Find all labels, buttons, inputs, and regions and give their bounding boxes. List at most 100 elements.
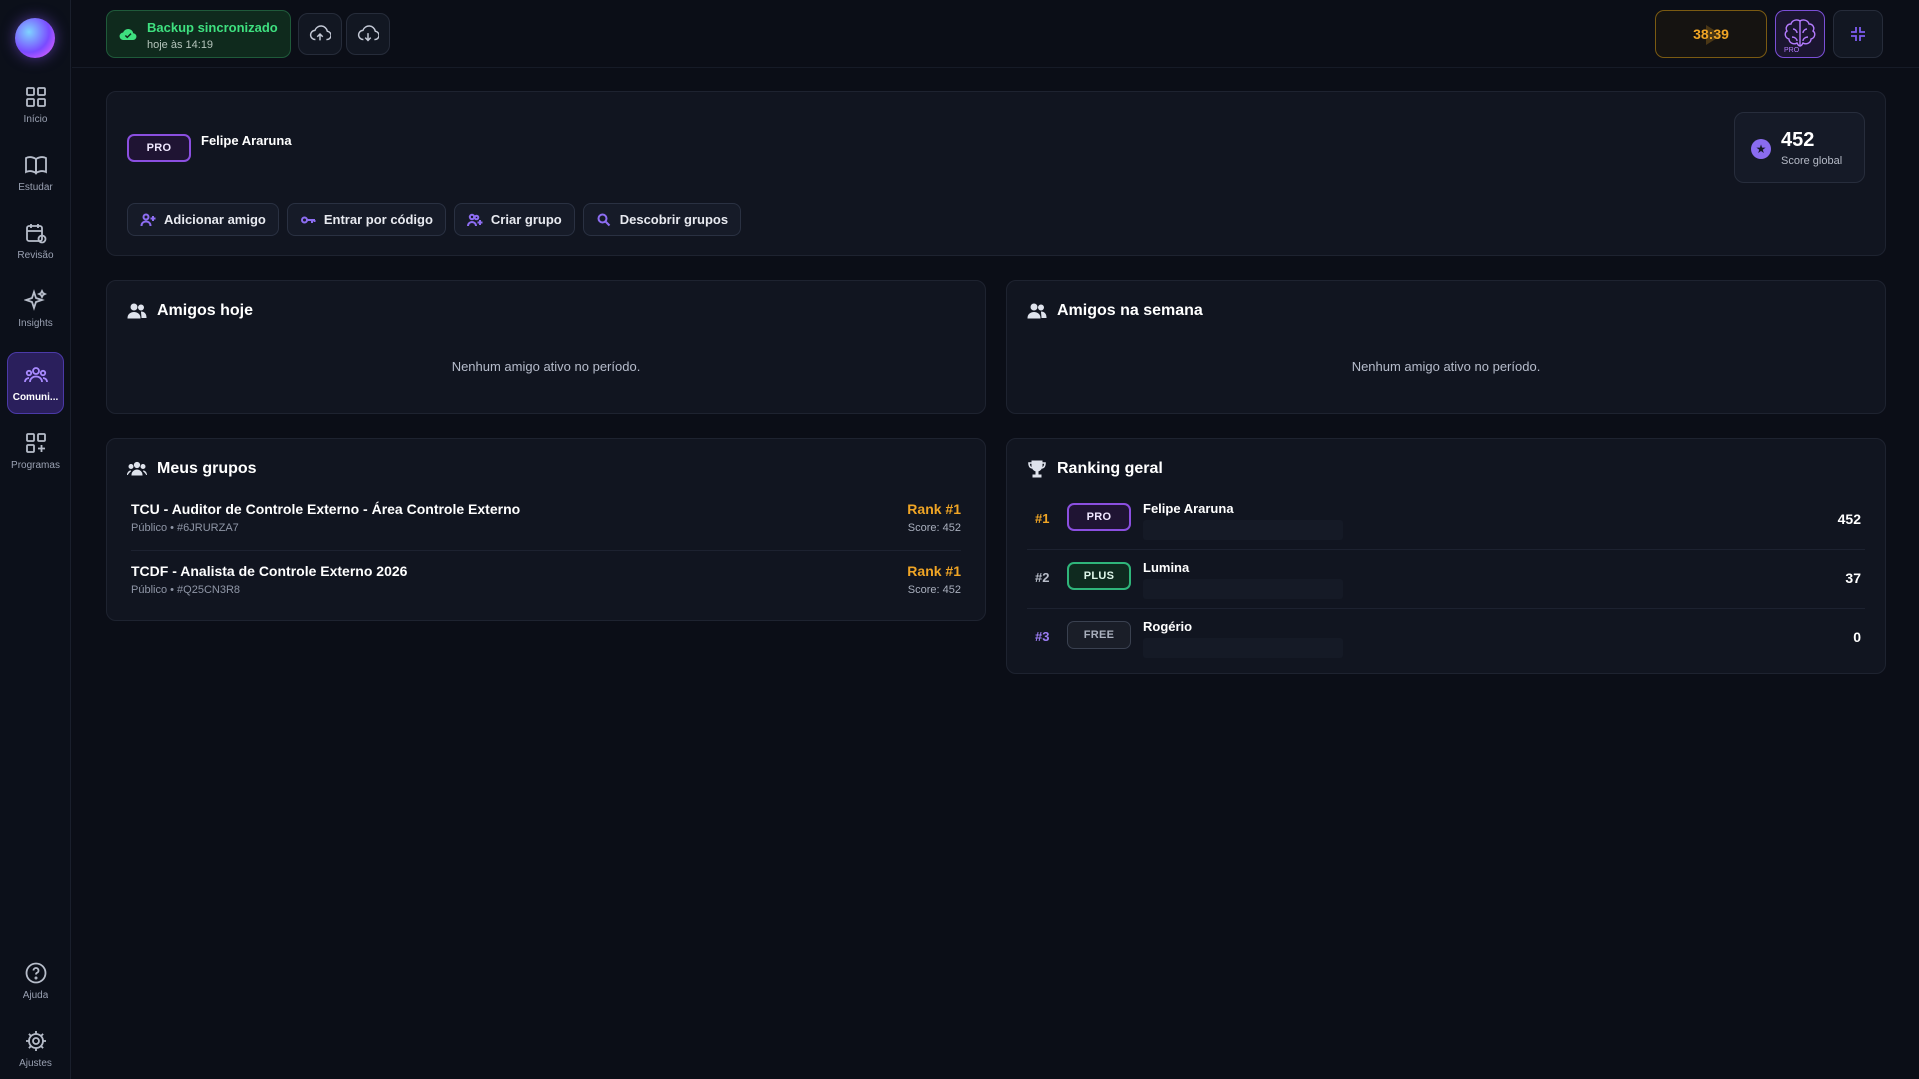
grid-icon [25,87,46,107]
study-timer[interactable]: 38:39 [1655,10,1767,58]
friends-today-card: Amigos hoje Nenhum amigo ativo no períod… [106,280,986,414]
global-score: ★ 452 Score global [1734,112,1865,183]
group-score: Score: 452 [907,522,961,534]
backup-status[interactable]: Backup sincronizado hoje às 14:19 [106,10,291,58]
group-name: TCU - Auditor de Controle Externo - Área… [131,501,521,517]
friends-week-title: Amigos na semana [1027,301,1203,321]
rank-name: Felipe Araruna [1143,501,1234,516]
pro-brain-button[interactable]: PRO [1775,10,1825,58]
create-group-button[interactable]: Criar grupo [453,203,575,236]
users-icon [1027,303,1047,319]
card-title-text: Meus grupos [157,460,257,477]
community-icon [23,367,48,383]
rank-progress-bar [1143,579,1343,599]
plan-badge: FREE [1067,621,1131,649]
timer-value: 38:39 [1693,26,1729,42]
backup-time: hoje às 14:19 [147,39,214,51]
rank-progress-bar [1143,638,1343,658]
sidebar: Início Estudar Revisão Insights Comuni..… [0,0,71,1079]
sidebar-item-insights[interactable]: Insights [7,278,64,340]
sidebar-item-programas[interactable]: Programas [7,420,64,482]
brain-logo[interactable] [15,18,55,58]
profile-name: Felipe Araruna [201,133,292,148]
sidebar-item-label: Insights [18,318,53,329]
help-icon [25,962,46,984]
friends-today-title: Amigos hoje [127,301,253,321]
group-row[interactable]: TCDF - Analista de Controle Externo 2026… [131,561,961,613]
cloud-download-button[interactable] [346,13,390,55]
users-icon [127,303,147,319]
rank-score: 0 [1853,629,1861,645]
add-friend-button[interactable]: Adicionar amigo [127,203,279,236]
ranking-row[interactable]: #3 FREE Rogério 0 [1027,612,1865,668]
ranking-card: Ranking geral #1 PRO Felipe Araruna 452 … [1006,438,1886,674]
profile-card: PRO Felipe Araruna ★ 452 Score global Ad… [106,91,1886,256]
empty-message: Nenhum amigo ativo no período. [451,359,641,374]
ranking-row[interactable]: #2 PLUS Lumina 37 [1027,553,1865,609]
group-name: TCDF - Analista de Controle Externo 2026 [131,563,408,579]
action-row: Adicionar amigo Entrar por código Criar … [127,203,742,236]
sidebar-item-label: Programas [11,460,60,471]
sidebar-item-ajustes[interactable]: Ajustes [7,1018,64,1079]
empty-message: Nenhum amigo ativo no período. [1351,359,1541,374]
discover-groups-label: Descobrir grupos [619,212,729,227]
add-friend-label: Adicionar amigo [164,212,266,227]
card-title-text: Amigos na semana [1057,302,1203,319]
brain-icon [1784,19,1816,47]
my-groups-card: Meus grupos TCU - Auditor de Controle Ex… [106,438,986,621]
sidebar-item-label: Revisão [17,250,54,261]
card-title-text: Amigos hoje [157,302,254,319]
plan-badge: PRO [127,134,191,162]
sidebar-item-estudar[interactable]: Estudar [7,142,64,204]
sidebar-item-label: Estudar [18,182,53,193]
sidebar-item-revisao[interactable]: Revisão [7,210,64,272]
group-meta: Público • #Q25CN3R8 [131,584,241,596]
group-rank: Rank #1 [907,563,961,579]
cloud-download-icon [357,25,379,42]
ranking-title: Ranking geral [1027,459,1163,479]
sidebar-item-comunidade[interactable]: Comuni... [7,352,64,414]
create-group-label: Criar grupo [490,212,562,227]
groups-icon [127,461,147,476]
trophy-icon [1028,460,1046,478]
rank-progress-bar [1143,520,1343,540]
rank-position: #2 [1035,570,1050,585]
star-icon: ★ [1751,139,1771,159]
discover-groups-button[interactable]: Descobrir grupos [582,203,742,236]
join-by-code-button[interactable]: Entrar por código [286,203,446,236]
grid-plus-icon [25,433,46,453]
sparkles-icon [23,289,47,311]
cloud-upload-button[interactable] [298,13,342,55]
plan-badge: PRO [1067,503,1131,531]
score-label: Score global [1781,155,1843,167]
cloud-check-icon [119,28,137,41]
group-row[interactable]: TCU - Auditor de Controle Externo - Área… [131,499,961,551]
user-plus-icon [140,213,156,226]
rank-name: Rogério [1143,619,1193,634]
score-value: 452 [1781,129,1815,151]
my-groups-title: Meus grupos [127,459,257,479]
sidebar-item-label: Comuni... [12,392,59,403]
sidebar-item-ajuda[interactable]: Ajuda [7,950,64,1012]
minimize-icon [1851,27,1865,41]
sidebar-item-inicio[interactable]: Início [7,74,64,136]
ranking-row[interactable]: #1 PRO Felipe Araruna 452 [1027,494,1865,550]
minimize-button[interactable] [1833,10,1883,58]
join-by-code-label: Entrar por código [323,212,433,227]
rank-position: #3 [1035,629,1050,644]
group-rank: Rank #1 [907,501,961,517]
card-title-text: Ranking geral [1057,460,1163,477]
sidebar-item-label: Início [23,114,48,125]
rank-name: Lumina [1143,560,1190,575]
top-bar: Backup sincronizado hoje às 14:19 38:39 … [72,0,1919,68]
cloud-upload-icon [309,25,331,41]
group-meta: Público • #6JRURZA7 [131,522,239,534]
group-score: Score: 452 [907,584,961,596]
rank-score: 452 [1837,511,1861,527]
search-icon [597,213,610,226]
rank-position: #1 [1035,511,1050,526]
gear-icon [25,1031,46,1051]
key-icon [300,216,316,223]
backup-title: Backup sincronizado [147,20,278,35]
friends-week-card: Amigos na semana Nenhum amigo ativo no p… [1006,280,1886,414]
